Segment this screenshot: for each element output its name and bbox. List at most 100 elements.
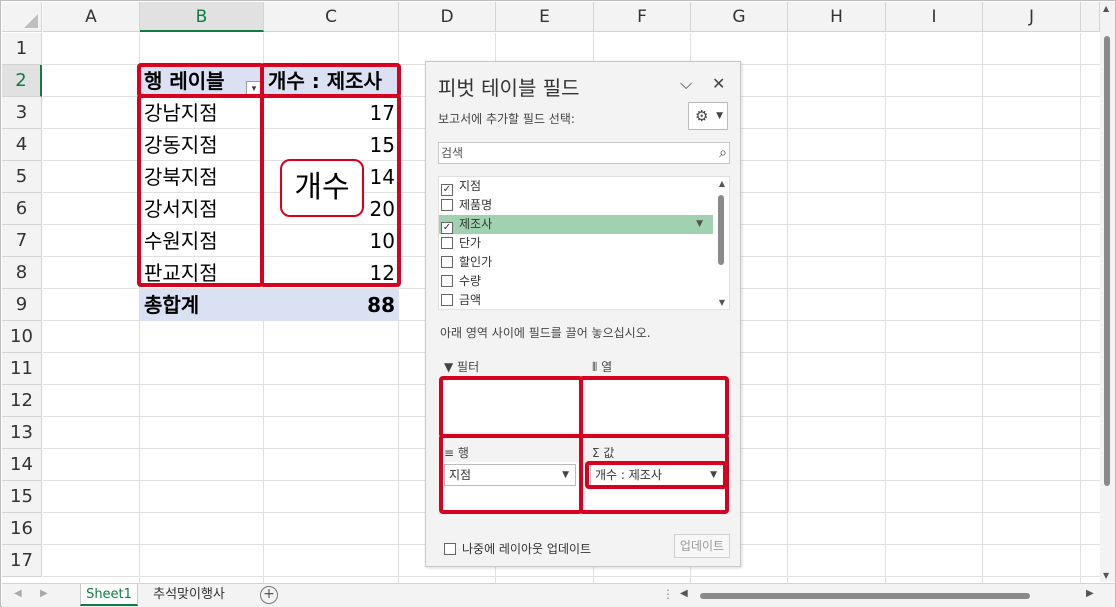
checkbox-icon[interactable] [441,275,453,287]
field-list-scrollbar[interactable]: ▲ ▼ [713,177,729,309]
checkbox-icon[interactable] [441,199,453,211]
row-header-17[interactable]: 17 [2,545,42,577]
defer-update-option[interactable]: 나중에 레이아웃 업데이트 [444,540,591,557]
sheet-vertical-scroll-thumb[interactable] [1104,36,1110,486]
col-header-h[interactable]: H [788,2,886,32]
col-header-j[interactable]: J [983,2,1081,32]
next-sheet-icon[interactable]: ▶ [40,588,48,599]
scroll-up-icon[interactable]: ▲ [719,179,725,188]
col-header-k[interactable] [1081,2,1100,32]
panel-subtitle: 보고서에 추가할 필드 선택: [438,112,575,126]
field-name: 수량 [459,274,482,288]
field-list[interactable]: ✓ 지점 제품명 ✓ 제조사 ▼ 단가 할인가 수량 금액 ▲ ▼ [438,176,730,310]
panel-title: 피벗 테이블 필드 [438,76,580,100]
field-item-discount-price[interactable]: 할인가 [439,253,713,272]
col-header-c[interactable]: C [264,2,399,32]
annotation-count-label: 개수 [280,159,364,217]
columns-area-text: 열 [601,360,613,374]
sheet-tab-sheet1[interactable]: Sheet1 [80,584,138,606]
tab-splitter-handle[interactable]: ⋮ [662,587,674,601]
sheet-tab-chuseok[interactable]: 추석맞이행사 [142,584,236,606]
pivot-total-value[interactable]: 88 [264,289,399,321]
defer-label: 나중에 레이아웃 업데이트 [462,542,592,556]
row-header-8[interactable]: 8 [2,257,42,289]
panel-collapse-chevron-icon[interactable]: ⌵ [680,74,692,94]
checkbox-icon[interactable] [441,256,453,268]
field-item-manufacturer[interactable]: ✓ 제조사 ▼ [439,215,713,234]
field-name: 제품명 [459,198,493,212]
panel-close-icon[interactable]: ✕ [712,74,725,93]
columns-area-label: ⦀ 열 [592,358,612,375]
highlight-rows-area [439,434,583,514]
gear-icon: ⚙ [695,107,709,125]
col-header-b[interactable]: B [140,2,264,32]
highlight-filter-area [439,376,583,438]
scroll-up-icon[interactable]: ▲ [1103,4,1109,13]
scroll-down-icon[interactable]: ▼ [1103,571,1109,580]
scroll-down-icon[interactable]: ▼ [719,298,725,307]
field-list-scroll-thumb[interactable] [718,195,724,265]
checkbox-icon[interactable] [441,294,453,306]
row-header-5[interactable]: 5 [2,161,42,193]
col-header-g[interactable]: G [691,2,788,32]
sheet-horizontal-scrollbar[interactable] [690,590,1090,600]
highlight-row-header [137,63,264,98]
gridline [787,33,788,583]
highlight-columns-area [579,376,729,438]
excel-window: A B C D E F G H I J 1 2 3 4 5 6 7 8 9 10… [0,0,1116,607]
row-header-6[interactable]: 6 [2,193,42,225]
row-header-14[interactable]: 14 [2,449,42,481]
add-sheet-icon[interactable]: + [260,586,278,604]
sheet-vertical-scrollbar[interactable]: ▲ ▼ [1100,2,1115,582]
row-header-12[interactable]: 12 [2,385,42,417]
row-header-4[interactable]: 4 [2,129,42,161]
field-item-amount[interactable]: 금액 [439,291,713,309]
col-header-e[interactable]: E [496,2,594,32]
field-item-unit-price[interactable]: 단가 [439,234,713,253]
row-header-1[interactable]: 1 [2,33,42,65]
col-header-d[interactable]: D [399,2,496,32]
search-placeholder: 검색 [441,146,464,160]
select-all-corner[interactable] [2,2,42,32]
col-header-f[interactable]: F [594,2,691,32]
select-all-triangle-icon [24,14,38,28]
row-header-11[interactable]: 11 [2,353,42,385]
row-header-3[interactable]: 3 [2,97,42,129]
tools-button[interactable]: ⚙ ▼ [688,102,728,130]
field-name: 금액 [459,293,482,307]
field-item-quantity[interactable]: 수량 [439,272,713,291]
gridline [885,33,886,583]
checkbox-icon[interactable] [444,543,456,555]
field-name: 할인가 [459,255,493,269]
row-header-2[interactable]: 2 [2,65,42,97]
field-search-input[interactable]: 검색 ⌕ [438,142,730,164]
checkbox-checked-icon[interactable]: ✓ [441,184,453,196]
update-button[interactable]: 업데이트 [674,534,730,558]
field-item-branch[interactable]: ✓ 지점 [439,177,713,196]
filter-area-label: ▼ 필터 [444,358,479,375]
field-item-product[interactable]: 제품명 [439,196,713,215]
row-header-9[interactable]: 9 [2,289,42,321]
gridline [982,33,983,583]
row-header-13[interactable]: 13 [2,417,42,449]
field-name: 제조사 [459,217,493,231]
sheet-tab-bar: ◀ ▶ Sheet1 추석맞이행사 + ⋮ ◀ ▶ [2,583,1115,607]
row-header-16[interactable]: 16 [2,513,42,545]
drag-hint: 아래 영역 사이에 필드를 끌어 놓으십시오. [440,326,651,340]
checkbox-checked-icon[interactable]: ✓ [441,222,453,234]
field-name: 단가 [459,236,482,250]
scroll-left-icon[interactable]: ◀ [680,588,688,599]
row-header-7[interactable]: 7 [2,225,42,257]
row-header-15[interactable]: 15 [2,481,42,513]
pivot-total-label[interactable]: 총합계 [140,289,264,321]
scroll-right-icon[interactable]: ▶ [1086,588,1094,599]
col-header-i[interactable]: I [886,2,983,32]
field-dropdown-icon[interactable]: ▼ [696,215,703,234]
prev-sheet-icon[interactable]: ◀ [14,588,22,599]
col-header-a[interactable]: A [43,2,140,32]
chevron-down-icon: ▼ [716,111,723,121]
sheet-horizontal-scroll-thumb[interactable] [700,593,1030,599]
checkbox-icon[interactable] [441,237,453,249]
filter-icon: ▼ [444,360,458,374]
row-header-10[interactable]: 10 [2,321,42,353]
